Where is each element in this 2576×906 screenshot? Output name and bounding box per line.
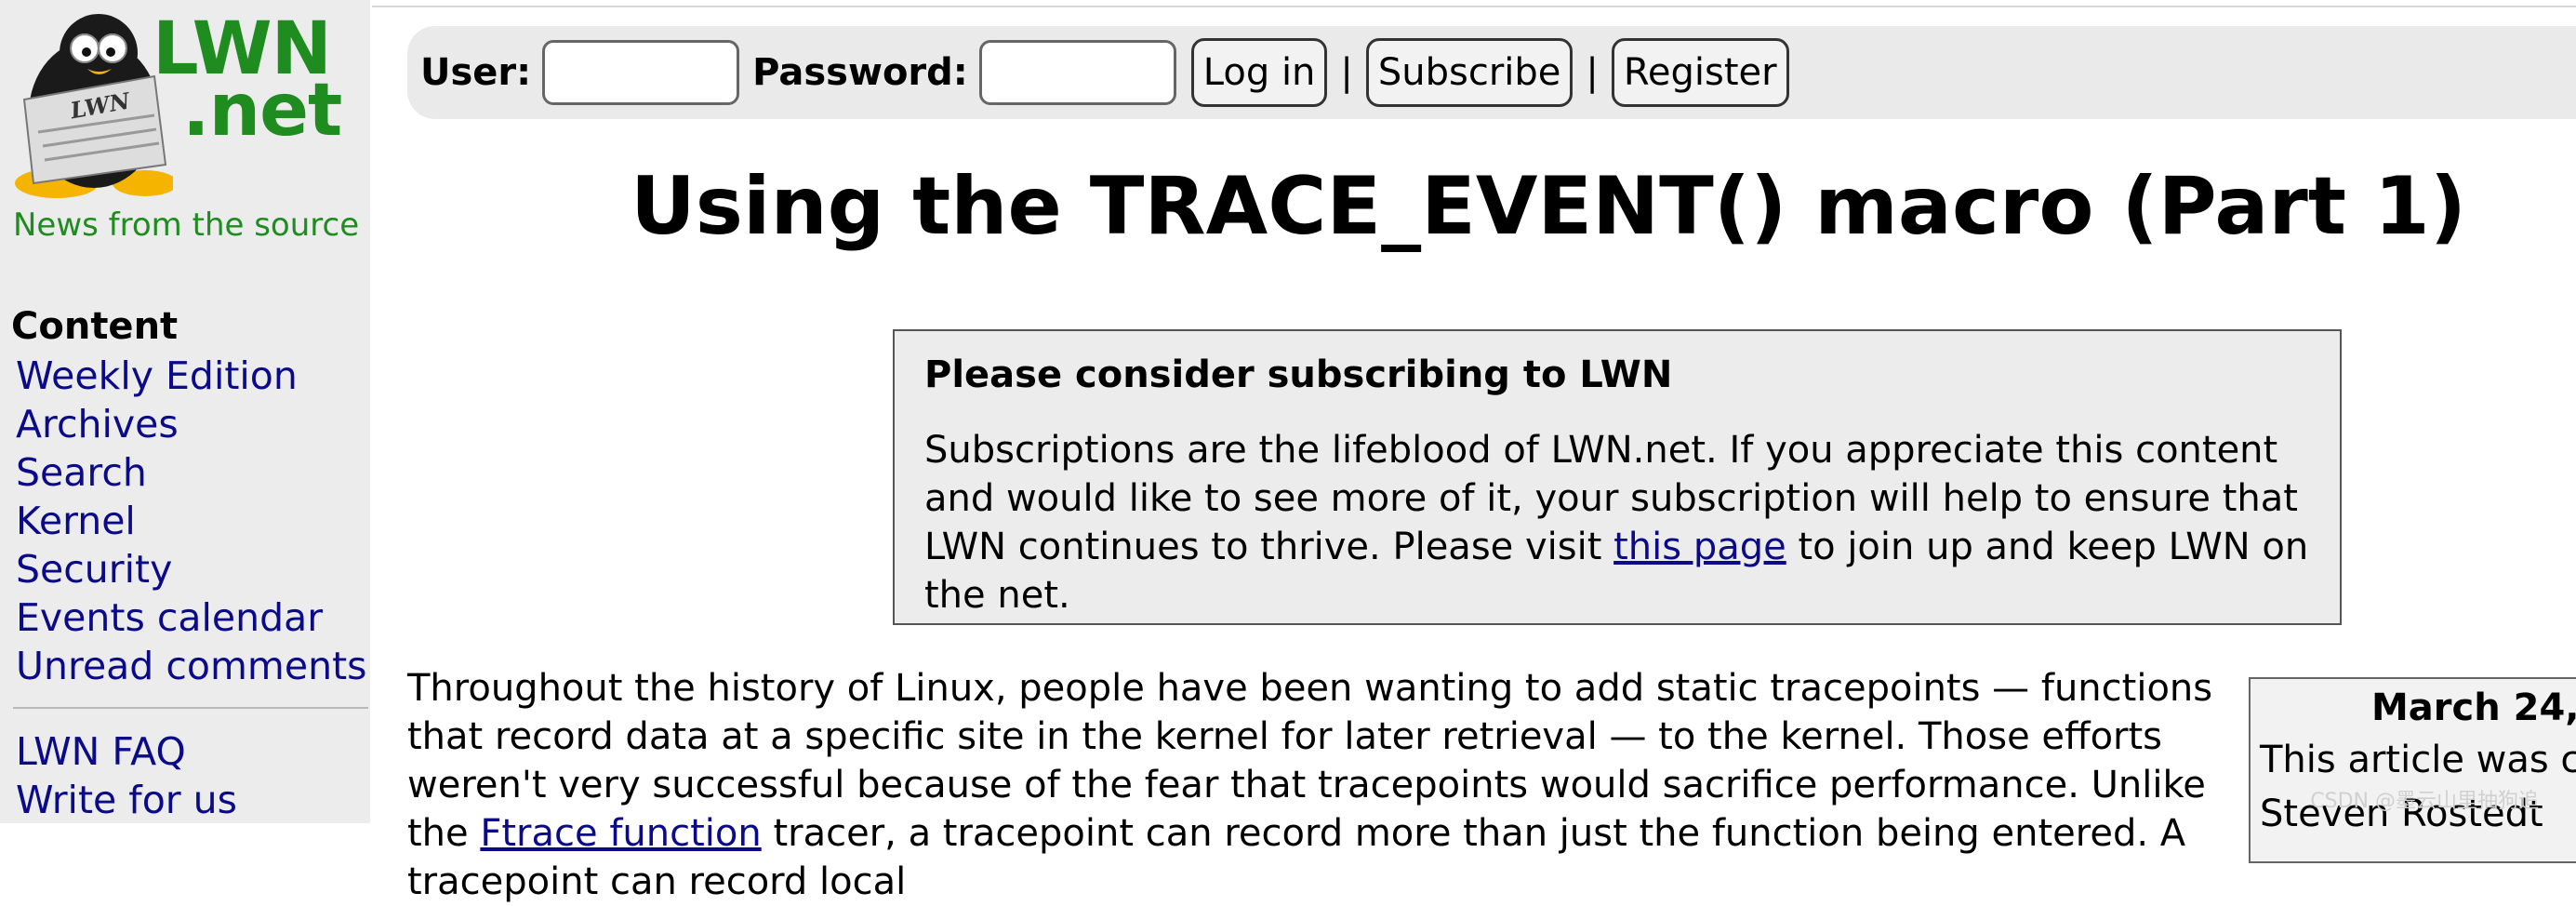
- logo-text-net: .net: [182, 69, 342, 153]
- nav-divider: [13, 707, 368, 709]
- separator: |: [1340, 51, 1353, 94]
- notice-heading: Please consider subscribing to LWN: [924, 353, 1673, 396]
- nav-link-weekly-edition[interactable]: Weekly Edition: [16, 352, 367, 400]
- top-rule: [372, 6, 2576, 7]
- login-button[interactable]: Log in: [1190, 38, 1328, 107]
- watermark-text: CSDN @墨云山里抽狗追: [2310, 790, 2539, 813]
- nav-link-archives[interactable]: Archives: [16, 400, 367, 448]
- sidebar: LWN LWN .net News from the source Conten…: [0, 0, 370, 823]
- this-page-link[interactable]: this page: [1613, 526, 1786, 568]
- user-label: User:: [420, 51, 532, 94]
- subscribe-button[interactable]: Subscribe: [1365, 38, 1573, 107]
- article-byline-line1: This article was co: [2260, 739, 2576, 781]
- notice-body: Subscriptions are the lifeblood of LWN.n…: [924, 426, 2310, 620]
- nav-link-search[interactable]: Search: [16, 448, 367, 497]
- article-paragraph: Throughout the history of Linux, people …: [407, 664, 2232, 906]
- article-date: March 24,: [2371, 686, 2576, 729]
- nav-link-events-calendar[interactable]: Events calendar: [16, 593, 367, 642]
- password-input[interactable]: [978, 40, 1176, 105]
- login-bar: User: Password: Log in | Subscribe | Reg…: [407, 26, 2576, 119]
- register-button[interactable]: Register: [1611, 38, 1789, 107]
- page-title: Using the TRACE_EVENT() macro (Part 1): [630, 160, 2467, 253]
- nav-list-content: Weekly Edition Archives Search Kernel Se…: [16, 352, 367, 690]
- password-label: Password:: [752, 51, 968, 94]
- nav-link-security[interactable]: Security: [16, 545, 367, 593]
- nav-list-secondary: LWN FAQ Write for us: [16, 727, 237, 824]
- user-input[interactable]: [542, 40, 740, 105]
- nav-heading-content: Content: [11, 305, 179, 348]
- nav-link-write-for-us[interactable]: Write for us: [16, 776, 237, 824]
- nav-link-lwn-faq[interactable]: LWN FAQ: [16, 727, 237, 776]
- ftrace-function-link[interactable]: Ftrace function: [480, 812, 761, 855]
- nav-link-kernel[interactable]: Kernel: [16, 497, 367, 545]
- subscription-notice: Please consider subscribing to LWN Subsc…: [893, 329, 2342, 625]
- article-info-box: March 24, This article was co Steven Ros…: [2249, 677, 2576, 863]
- separator: |: [1586, 51, 1599, 94]
- nav-link-unread-comments[interactable]: Unread comments: [16, 642, 367, 690]
